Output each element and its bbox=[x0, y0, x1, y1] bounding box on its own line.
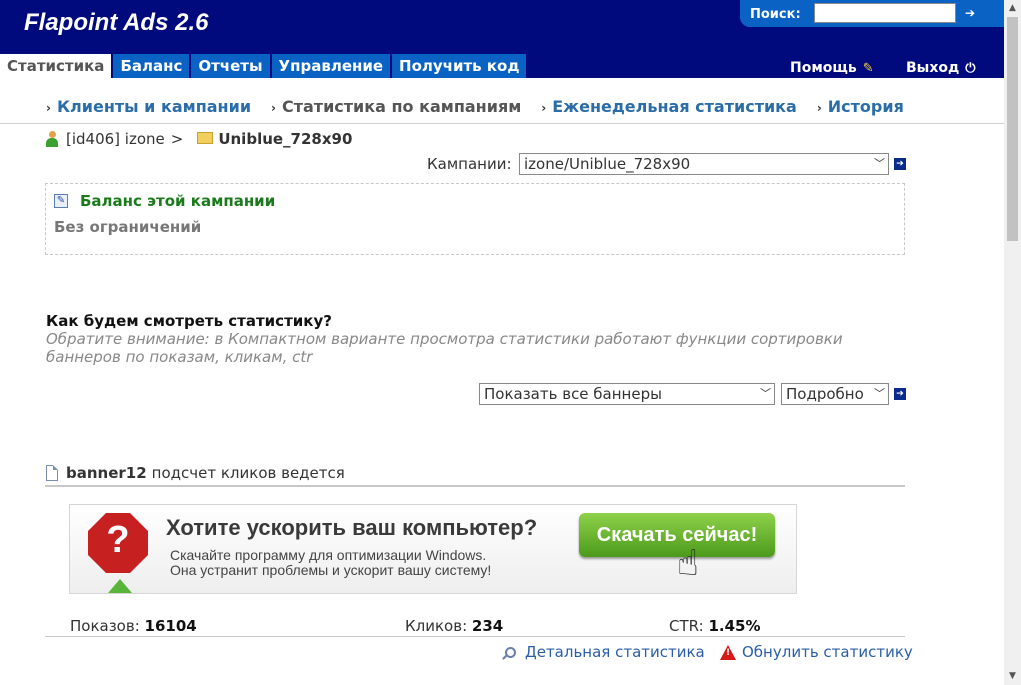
view-go-icon[interactable]: ➔ bbox=[894, 388, 906, 400]
banner-filter-value: Показать все баннеры bbox=[484, 385, 662, 403]
banner-filter-select[interactable]: Показать все баннеры ﹀ bbox=[479, 383, 775, 405]
breadcrumb-separator: > bbox=[170, 130, 184, 148]
subnav-history[interactable]: › История bbox=[817, 97, 904, 116]
subnav-label: Еженедельная статистика bbox=[552, 97, 797, 116]
tab-statistics[interactable]: Статистика bbox=[0, 54, 112, 78]
campaign-go-icon[interactable]: ➔ bbox=[894, 158, 906, 170]
impressions-value: 16104 bbox=[144, 617, 197, 635]
tab-get-code[interactable]: Получить код bbox=[392, 54, 527, 78]
chevron-right-icon: › bbox=[46, 101, 51, 115]
balance-title-row: ✎ Баланс этой кампании bbox=[54, 192, 275, 210]
reset-stats-label: Обнулить статистику bbox=[742, 643, 913, 661]
tab-management[interactable]: Управление bbox=[271, 54, 391, 78]
ad-text-line-2: Она устранит проблемы и ускорит вашу сис… bbox=[170, 562, 492, 578]
divider bbox=[0, 123, 1004, 124]
edit-icon: ✎ bbox=[54, 194, 68, 208]
chevron-right-icon: › bbox=[816, 101, 822, 115]
help-icon: ✎ bbox=[862, 60, 874, 76]
chevron-down-icon: ﹀ bbox=[874, 157, 885, 170]
view-mode-select[interactable]: Подробно ﹀ bbox=[781, 383, 889, 405]
ctr-stat: CTR: 1.45% bbox=[669, 617, 760, 635]
view-note: Обратите внимание: в Компактном варианте… bbox=[46, 330, 843, 366]
folder-icon bbox=[197, 132, 214, 144]
campaign-select[interactable]: izone/Uniblue_728x90 ﹀ bbox=[519, 153, 889, 175]
document-icon bbox=[46, 465, 58, 481]
scroll-up-icon[interactable]: ▲ bbox=[1004, 0, 1021, 17]
header-bar: Flapoint Ads 2.6 Поиск: ➔ Статистика Бал… bbox=[0, 0, 1004, 78]
view-question: Как будем смотреть статистику? bbox=[46, 312, 332, 330]
impressions-label: Показов: bbox=[70, 617, 140, 635]
campaign-select-value: izone/Uniblue_728x90 bbox=[524, 155, 691, 173]
reset-stats-link[interactable]: ! Обнулить статистику bbox=[720, 643, 913, 661]
magnifier-icon bbox=[505, 646, 516, 658]
help-label: Помощь bbox=[790, 60, 857, 76]
balance-panel: ✎ Баланс этой кампании Без ограничений bbox=[45, 183, 905, 255]
scroll-down-icon[interactable]: ▼ bbox=[1004, 668, 1021, 685]
app-title: Flapoint Ads 2.6 bbox=[24, 9, 209, 36]
user-icon bbox=[46, 131, 58, 147]
ctr-value: 1.45% bbox=[708, 617, 761, 635]
question-stop-icon: ? bbox=[88, 513, 148, 573]
search-panel: Поиск: ➔ bbox=[740, 0, 1004, 27]
impressions-stat: Показов: 16104 bbox=[70, 617, 197, 635]
subnav-clients[interactable]: › Клиенты и кампании bbox=[46, 97, 251, 116]
clicks-value: 234 bbox=[471, 617, 504, 635]
breadcrumb-campaign: Uniblue_728x90 bbox=[218, 130, 353, 148]
campaign-select-label: Кампании: bbox=[427, 155, 512, 173]
breadcrumb-client[interactable]: [id406] izone bbox=[66, 130, 165, 148]
divider bbox=[45, 636, 905, 637]
sub-navigation: › Клиенты и кампании › Статистика по кампа… bbox=[46, 97, 924, 116]
logout-link[interactable]: Выход ⏻ bbox=[906, 58, 976, 78]
chevron-right-icon: › bbox=[541, 101, 547, 115]
tab-balance[interactable]: Баланс bbox=[113, 54, 190, 78]
banner-header: banner12 подсчет кликов ведется bbox=[46, 464, 345, 482]
subnav-label: Статистика по кампаниям bbox=[281, 97, 522, 116]
ad-text-line-1: Скачайте программу для оптимизации Windo… bbox=[170, 547, 487, 563]
scroll-thumb[interactable] bbox=[1007, 17, 1018, 241]
tab-reports[interactable]: Отчеты bbox=[191, 54, 270, 78]
green-triangle-icon bbox=[108, 579, 132, 593]
search-input[interactable] bbox=[814, 3, 956, 23]
detail-stats-link[interactable]: Детальная статистика bbox=[505, 643, 705, 661]
breadcrumb: [id406] izone > Uniblue_728x90 bbox=[46, 130, 352, 148]
power-icon: ⏻ bbox=[965, 60, 976, 76]
balance-value: Без ограничений bbox=[54, 218, 202, 236]
subnav-weekly-stats[interactable]: › Еженедельная статистика bbox=[541, 97, 797, 116]
detail-stats-label: Детальная статистика bbox=[525, 643, 705, 661]
clicks-stat: Кликов: 234 bbox=[405, 617, 503, 635]
chevron-right-icon: › bbox=[271, 101, 276, 115]
ctr-label: CTR: bbox=[669, 617, 704, 635]
balance-title: Баланс этой кампании bbox=[80, 192, 276, 210]
logout-label: Выход bbox=[906, 60, 960, 76]
view-mode-value: Подробно bbox=[786, 385, 864, 403]
search-label: Поиск: bbox=[750, 7, 801, 22]
search-go-icon[interactable]: ➔ bbox=[962, 5, 978, 21]
banner-status: подсчет кликов ведется bbox=[151, 464, 345, 482]
main-tabs: Статистика Баланс Отчеты Управление Полу… bbox=[0, 54, 528, 78]
divider bbox=[45, 485, 905, 487]
vertical-scrollbar[interactable]: ▲ ▼ bbox=[1004, 0, 1021, 685]
chevron-down-icon: ﹀ bbox=[760, 387, 771, 400]
subnav-label: Клиенты и кампании bbox=[56, 97, 252, 116]
ad-headline: Хотите ускорить ваш компьютер? bbox=[166, 515, 538, 540]
banner-preview[interactable]: ? Хотите ускорить ваш компьютер? Скачайт… bbox=[69, 504, 797, 594]
subnav-label: История bbox=[827, 97, 904, 116]
help-link[interactable]: Помощь ✎ bbox=[790, 58, 874, 78]
clicks-label: Кликов: bbox=[405, 617, 468, 635]
subnav-campaign-stats[interactable]: › Статистика по кампаниям bbox=[271, 97, 521, 116]
hand-cursor-icon: ☝ bbox=[677, 543, 699, 584]
warning-icon: ! bbox=[720, 644, 736, 660]
banner-name: banner12 bbox=[66, 464, 147, 482]
chevron-down-icon: ﹀ bbox=[874, 387, 885, 400]
